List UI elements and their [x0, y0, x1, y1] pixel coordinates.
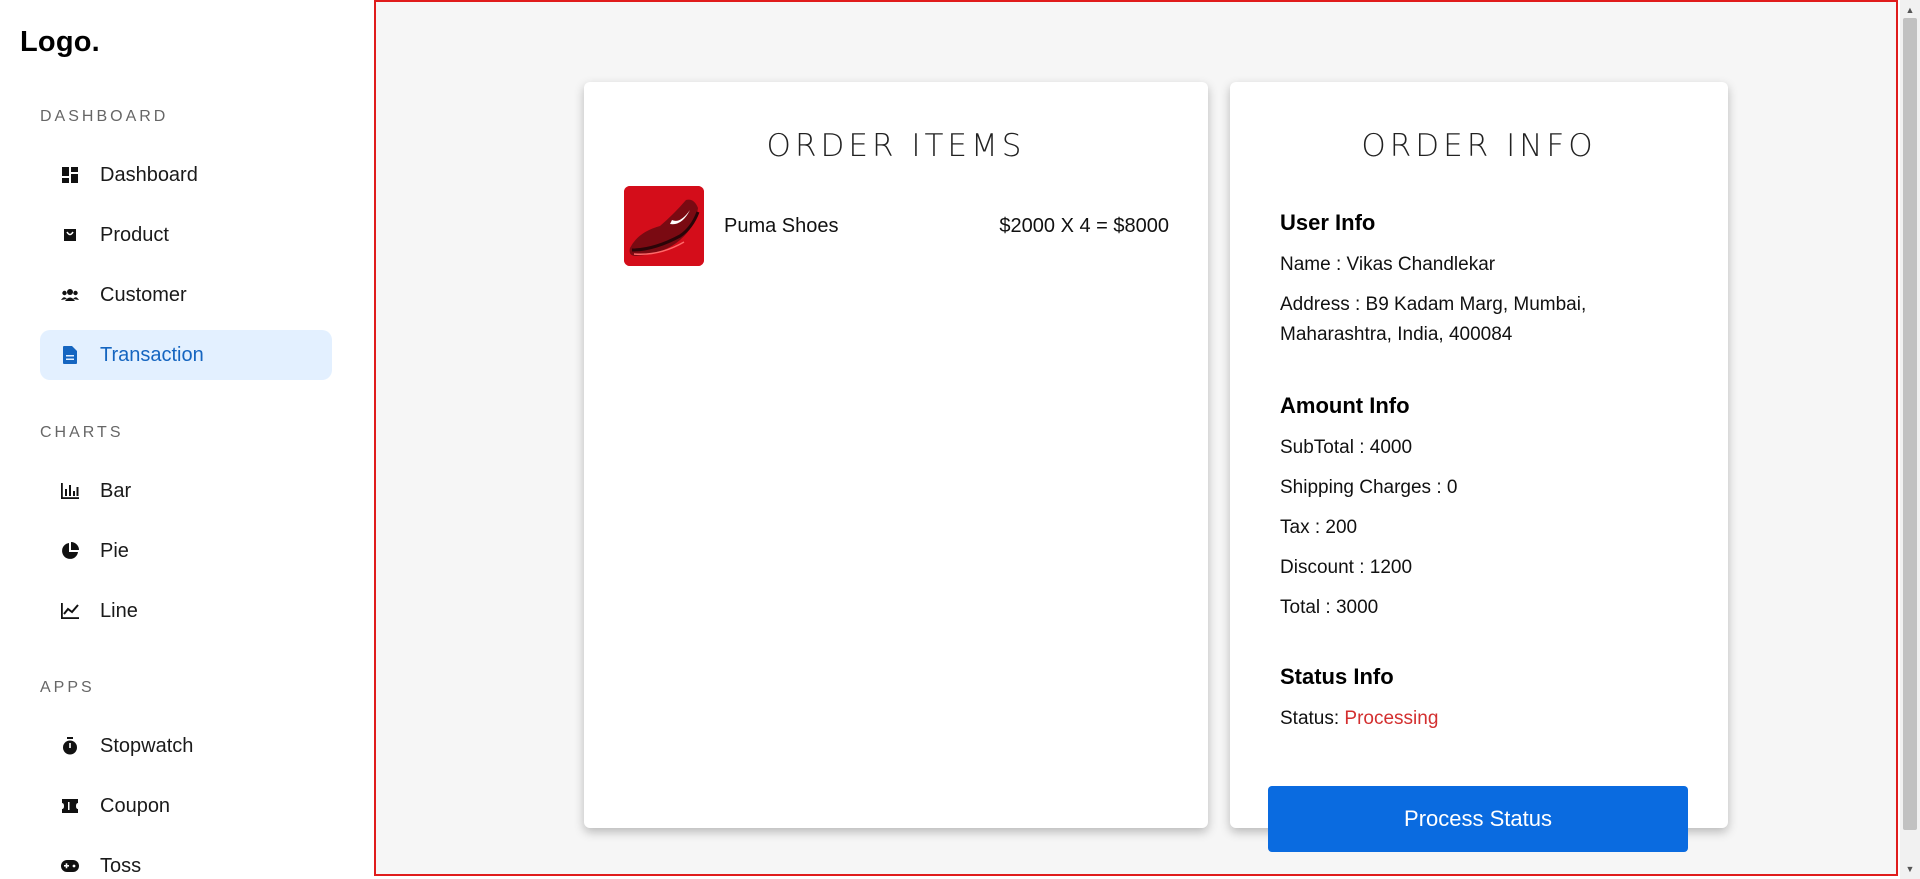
- shipping-charges: Shipping Charges : 0: [1280, 477, 1458, 498]
- sidebar-item-label: Stopwatch: [100, 734, 194, 757]
- status-label: Status:: [1280, 708, 1345, 729]
- item-price: $2000 X 4 = $8000: [999, 214, 1169, 237]
- order-items-card: ORDER ITEMS Puma Shoes $2000 X 4 = $8000: [584, 82, 1208, 828]
- total: Total : 3000: [1280, 597, 1379, 618]
- status-line: Status: Processing: [1280, 704, 1438, 734]
- sidebar-item-label: Transaction: [100, 343, 204, 366]
- amount-info-heading: Amount Info: [1280, 393, 1410, 418]
- sidebar-item-transaction[interactable]: Transaction: [40, 330, 332, 380]
- shopping-bag-icon: [60, 225, 80, 245]
- scroll-thumb[interactable]: [1903, 18, 1917, 830]
- scrollbar[interactable]: ▲ ▼: [1900, 0, 1920, 879]
- sidebar-item-stopwatch[interactable]: Stopwatch: [40, 721, 332, 771]
- order-items-title: ORDER ITEMS: [766, 128, 1026, 164]
- dashboard-icon: [60, 165, 80, 185]
- subtotal: SubTotal : 4000: [1280, 437, 1413, 458]
- sidebar-item-line[interactable]: Line: [40, 586, 332, 636]
- process-status-button[interactable]: Process Status: [1268, 786, 1688, 852]
- status-info-heading: Status Info: [1280, 664, 1394, 689]
- line-chart-icon: [60, 601, 80, 621]
- stopwatch-icon: [60, 736, 80, 756]
- sidebar-item-toss[interactable]: Toss: [40, 841, 332, 879]
- sidebar-item-label: Customer: [100, 283, 187, 306]
- order-info-card: ORDER INFO User Info Name : Vikas Chandl…: [1230, 82, 1728, 828]
- sidebar-item-product[interactable]: Product: [40, 210, 332, 260]
- sidebar-item-label: Bar: [100, 479, 132, 502]
- discount: Discount : 1200: [1280, 557, 1413, 578]
- item-name: Puma Shoes: [724, 214, 839, 237]
- section-title-dashboard: DASHBOARD: [40, 108, 169, 125]
- sidebar-item-bar[interactable]: Bar: [40, 466, 332, 516]
- sidebar-item-label: Toss: [100, 854, 142, 877]
- sidebar-item-customer[interactable]: Customer: [40, 270, 332, 320]
- status-value: Processing: [1344, 708, 1439, 729]
- tax: Tax : 200: [1280, 517, 1358, 538]
- sidebar-item-label: Line: [100, 599, 138, 622]
- user-name: Name : Vikas Chandlekar: [1280, 254, 1496, 275]
- sidebar-item-label: Coupon: [100, 794, 171, 817]
- user-info-heading: User Info: [1280, 210, 1376, 235]
- sidebar: Logo. DASHBOARD Dashboard Product Custom…: [0, 0, 372, 879]
- coupon-icon: [60, 796, 80, 816]
- bar-chart-icon: [60, 481, 80, 501]
- order-item-row: Puma Shoes $2000 X 4 = $8000: [624, 186, 1169, 266]
- sidebar-item-coupon[interactable]: Coupon: [40, 781, 332, 831]
- gamepad-icon: [60, 856, 80, 876]
- logo: Logo.: [20, 26, 100, 58]
- product-image: [624, 186, 704, 266]
- document-icon: [60, 345, 80, 365]
- sidebar-item-dashboard[interactable]: Dashboard: [40, 150, 332, 200]
- section-title-apps: APPS: [40, 679, 95, 696]
- pie-chart-icon: [60, 541, 80, 561]
- sidebar-item-label: Dashboard: [100, 163, 198, 186]
- scroll-up-icon[interactable]: ▲: [1900, 2, 1920, 18]
- user-address: Address : B9 Kadam Marg, Mumbai, Maharas…: [1280, 294, 1587, 345]
- section-title-charts: CHARTS: [40, 424, 124, 441]
- order-info-title: ORDER INFO: [1361, 128, 1597, 164]
- scroll-down-icon[interactable]: ▼: [1900, 861, 1920, 877]
- sidebar-item-label: Product: [100, 223, 169, 246]
- people-icon: [60, 285, 80, 305]
- sidebar-item-label: Pie: [100, 539, 129, 562]
- main-content: ORDER ITEMS Puma Shoes $2000 X 4 = $8000…: [374, 0, 1898, 876]
- sidebar-item-pie[interactable]: Pie: [40, 526, 332, 576]
